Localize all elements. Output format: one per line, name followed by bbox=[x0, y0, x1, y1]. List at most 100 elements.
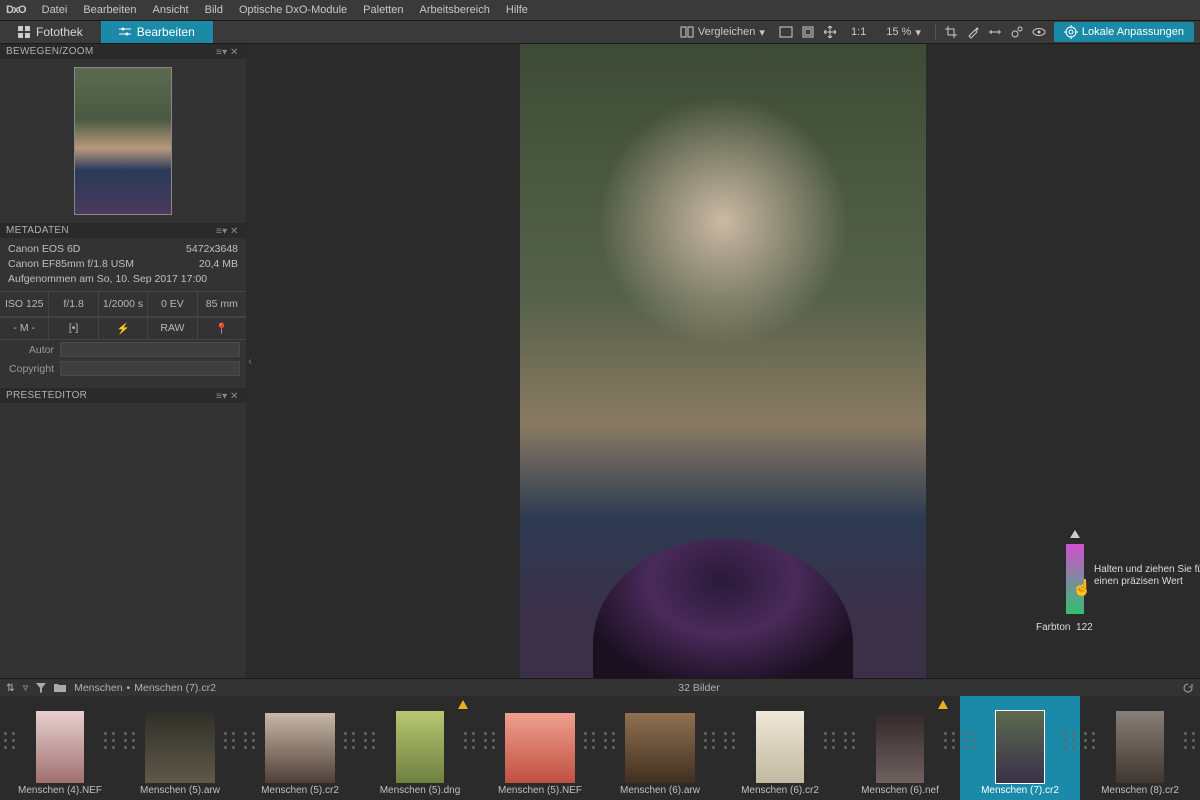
local-adjust-button[interactable]: Lokale Anpassungen bbox=[1054, 22, 1194, 42]
funnel-icon[interactable] bbox=[36, 683, 46, 693]
breadcrumb-file: Menschen (7).cr2 bbox=[134, 682, 216, 694]
meta-lens: Canon EF85mm f/1.8 USM bbox=[8, 257, 134, 272]
panel-preset-header[interactable]: PRESETEDITOR ≡▾ ✕ bbox=[0, 388, 246, 403]
thumbnail-label: Menschen (5).cr2 bbox=[261, 785, 339, 800]
single-view-icon[interactable] bbox=[779, 25, 793, 39]
panel-metadata-title: METADATEN bbox=[6, 225, 69, 236]
close-icon[interactable]: ✕ bbox=[230, 47, 240, 57]
panel-menu-icon[interactable]: ≡▾ bbox=[216, 47, 226, 57]
menu-workspace[interactable]: Arbeitsbereich bbox=[420, 4, 490, 16]
thumbnail[interactable]: Menschen (6).cr2 bbox=[720, 696, 840, 800]
panel-menu-icon[interactable]: ≡▾ bbox=[216, 226, 226, 236]
thumbnail-image bbox=[756, 711, 804, 783]
thumbnail-image bbox=[996, 711, 1044, 783]
tab-edit[interactable]: Bearbeiten bbox=[101, 21, 213, 43]
exif-focal: 85 mm bbox=[198, 292, 246, 316]
breadcrumb-folder[interactable]: Menschen bbox=[74, 682, 122, 694]
author-label: Autor bbox=[6, 344, 54, 356]
eyedropper-icon[interactable] bbox=[966, 25, 980, 39]
author-field[interactable] bbox=[60, 342, 240, 357]
thumbnail-image bbox=[396, 711, 444, 783]
thumbnail-label: Menschen (6).arw bbox=[620, 785, 700, 800]
filmstrip[interactable]: Menschen (4).NEF Menschen (5).arw Menschen… bbox=[0, 696, 1200, 800]
exif-flash-icon: ⚡ bbox=[99, 318, 148, 339]
thumbnail-image bbox=[505, 713, 575, 783]
panel-menu-icon[interactable]: ≡▾ bbox=[216, 391, 226, 401]
sort-icon[interactable]: ⇅ bbox=[6, 682, 15, 694]
image-viewer[interactable]: ‹ ☝ Halten und ziehen Sie für einen präz… bbox=[246, 44, 1200, 678]
exif-af-icon: [•] bbox=[49, 318, 98, 339]
warning-icon bbox=[938, 700, 948, 710]
menu-view[interactable]: Ansicht bbox=[153, 4, 189, 16]
warning-icon bbox=[458, 700, 468, 710]
adjustment-overlay[interactable]: ☝ Halten und ziehen Sie für einen präzis… bbox=[1066, 544, 1084, 618]
exif-ev: 0 EV bbox=[148, 292, 197, 316]
thumbnail-label: Menschen (6).cr2 bbox=[741, 785, 819, 800]
hand-cursor-icon: ☝ bbox=[1072, 578, 1092, 598]
slider-hint: Halten und ziehen Sie für einen präzisen… bbox=[1094, 564, 1200, 588]
move-icon[interactable] bbox=[823, 25, 837, 39]
copyright-field[interactable] bbox=[60, 361, 240, 376]
compare-icon bbox=[680, 25, 694, 39]
menu-palettes[interactable]: Paletten bbox=[363, 4, 403, 16]
eye-icon[interactable] bbox=[1032, 25, 1046, 39]
thumbnail[interactable]: Menschen (4).NEF bbox=[0, 696, 120, 800]
slider-param: Farbton bbox=[1036, 622, 1070, 633]
thumbnail-label: Menschen (8).cr2 bbox=[1101, 785, 1179, 800]
menu-help[interactable]: Hilfe bbox=[506, 4, 528, 16]
target-icon bbox=[1064, 25, 1078, 39]
thumbnail[interactable]: Menschen (6).nef bbox=[840, 696, 960, 800]
main-image[interactable] bbox=[520, 44, 926, 678]
menu-edit[interactable]: Bearbeiten bbox=[83, 4, 136, 16]
thumbnail[interactable]: Menschen (7).cr2 bbox=[960, 696, 1080, 800]
chevron-down-icon: ▾ bbox=[759, 26, 765, 39]
app-logo: DxO bbox=[6, 4, 26, 16]
thumbnail-image bbox=[36, 711, 84, 783]
tab-library-label: Fotothek bbox=[36, 25, 83, 39]
zoom-dropdown[interactable]: 15 % ▾ bbox=[880, 24, 927, 41]
sliders-icon bbox=[119, 26, 131, 38]
close-icon[interactable]: ✕ bbox=[230, 391, 240, 401]
filter-icon[interactable]: ▿ bbox=[23, 682, 28, 694]
panel-metadata-header[interactable]: METADATEN ≡▾ ✕ bbox=[0, 223, 246, 238]
zoom-value: 15 % bbox=[886, 26, 911, 38]
crop-icon[interactable] bbox=[944, 25, 958, 39]
refresh-icon[interactable] bbox=[1182, 682, 1194, 694]
thumbnail-label: Menschen (5).arw bbox=[140, 785, 220, 800]
exif-iso: ISO 125 bbox=[0, 292, 49, 316]
repair-icon[interactable] bbox=[1010, 25, 1024, 39]
horizon-icon[interactable] bbox=[988, 25, 1002, 39]
thumbnail[interactable]: Menschen (5).cr2 bbox=[240, 696, 360, 800]
close-icon[interactable]: ✕ bbox=[230, 226, 240, 236]
compare-dropdown[interactable]: Vergleichen ▾ bbox=[674, 23, 771, 41]
navigator-preview[interactable] bbox=[74, 67, 172, 215]
panel-navigator-title: BEWEGEN/ZOOM bbox=[6, 46, 94, 57]
thumbnail-label: Menschen (5).dng bbox=[380, 785, 461, 800]
zoom-actual[interactable]: 1:1 bbox=[845, 24, 872, 40]
sidebar-collapse-handle[interactable]: ‹ bbox=[246, 341, 254, 381]
local-adjust-label: Lokale Anpassungen bbox=[1082, 26, 1184, 38]
thumbnail[interactable]: Menschen (6).arw bbox=[600, 696, 720, 800]
meta-camera: Canon EOS 6D bbox=[8, 242, 80, 257]
meta-captured: Aufgenommen am So, 10. Sep 2017 17:00 bbox=[8, 272, 207, 287]
thumbnail[interactable]: Menschen (5).arw bbox=[120, 696, 240, 800]
thumbnail[interactable]: Menschen (5).NEF bbox=[480, 696, 600, 800]
thumbnail-image bbox=[625, 713, 695, 783]
tab-library[interactable]: Fotothek bbox=[0, 21, 101, 43]
thumbnail-label: Menschen (7).cr2 bbox=[981, 785, 1059, 800]
panel-navigator-header[interactable]: BEWEGEN/ZOOM ≡▾ ✕ bbox=[0, 44, 246, 59]
exif-gps-icon: 📍 bbox=[198, 318, 246, 339]
menu-modules[interactable]: Optische DxO-Module bbox=[239, 4, 347, 16]
exif-metering: - M - bbox=[0, 318, 49, 339]
menu-image[interactable]: Bild bbox=[205, 4, 223, 16]
exif-shutter: 1/2000 s bbox=[99, 292, 148, 316]
thumbnail-label: Menschen (4).NEF bbox=[18, 785, 102, 800]
thumbnail-image bbox=[876, 711, 924, 783]
image-count: 32 Bilder bbox=[678, 682, 719, 694]
thumbnail[interactable]: Menschen (5).dng bbox=[360, 696, 480, 800]
thumbnail[interactable]: Menschen (8).cr2 bbox=[1080, 696, 1200, 800]
fit-icon[interactable] bbox=[801, 25, 815, 39]
toolbar-row: Fotothek Bearbeiten Vergleichen ▾ 1:1 15… bbox=[0, 20, 1200, 44]
thumbnail-image bbox=[265, 713, 335, 783]
menu-file[interactable]: Datei bbox=[42, 4, 68, 16]
